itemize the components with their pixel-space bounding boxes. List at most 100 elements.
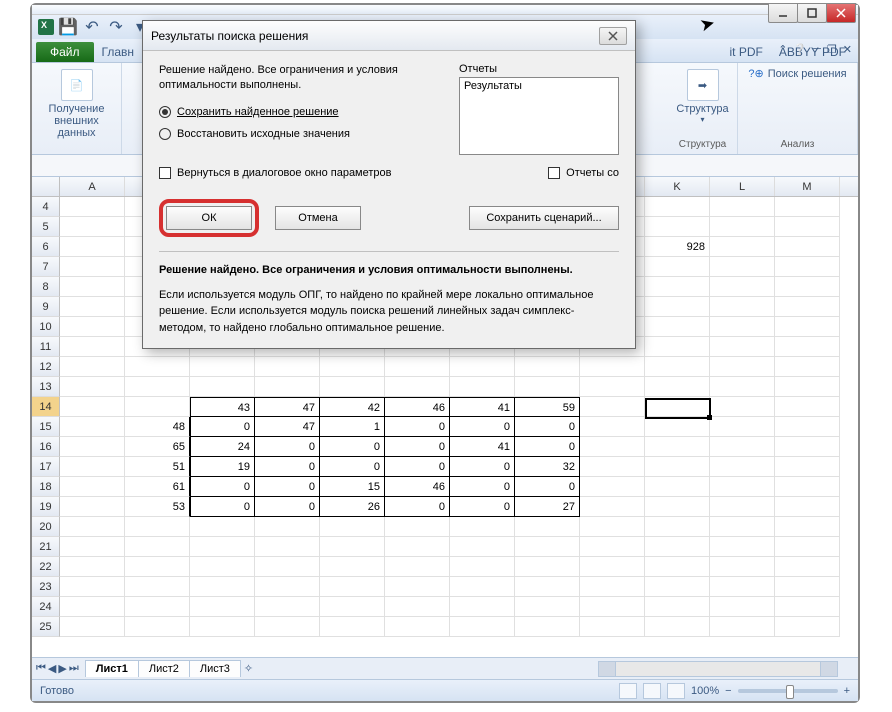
- cell[interactable]: [775, 537, 840, 557]
- cell[interactable]: 0: [450, 417, 515, 437]
- sheet-nav-first-icon[interactable]: ⏮: [36, 662, 46, 675]
- cell[interactable]: [60, 237, 125, 257]
- row-header[interactable]: 25: [32, 617, 60, 637]
- cell[interactable]: [775, 617, 840, 637]
- cell[interactable]: 928: [645, 237, 710, 257]
- cell[interactable]: [645, 457, 710, 477]
- view-normal-icon[interactable]: [619, 683, 637, 699]
- cell[interactable]: 0: [385, 437, 450, 457]
- cell[interactable]: [775, 457, 840, 477]
- cell[interactable]: [515, 617, 580, 637]
- cell[interactable]: [320, 377, 385, 397]
- ribbon-minimize-icon[interactable]: ⌃: [778, 43, 787, 56]
- sheet-tab-1[interactable]: Лист1: [85, 660, 139, 677]
- get-external-data-button[interactable]: 📄 Получение внешних данных: [40, 67, 113, 141]
- cell[interactable]: [775, 597, 840, 617]
- cell[interactable]: 0: [190, 497, 255, 517]
- cell[interactable]: 0: [515, 417, 580, 437]
- cell[interactable]: [320, 517, 385, 537]
- cell[interactable]: [775, 437, 840, 457]
- cell[interactable]: [580, 537, 645, 557]
- cell[interactable]: 46: [385, 397, 450, 417]
- cell[interactable]: [775, 237, 840, 257]
- cell[interactable]: [125, 537, 190, 557]
- cell[interactable]: [645, 397, 710, 417]
- cell[interactable]: [775, 217, 840, 237]
- cell[interactable]: [580, 497, 645, 517]
- cell[interactable]: [60, 497, 125, 517]
- cell[interactable]: [710, 577, 775, 597]
- home-tab[interactable]: Главн: [94, 42, 143, 62]
- cell[interactable]: [255, 357, 320, 377]
- cell[interactable]: [710, 537, 775, 557]
- cell[interactable]: [775, 397, 840, 417]
- cell[interactable]: [710, 337, 775, 357]
- radio-restore-values[interactable]: Восстановить исходные значения: [159, 128, 439, 140]
- cell[interactable]: [515, 377, 580, 397]
- cell[interactable]: [645, 277, 710, 297]
- sheet-nav-prev-icon[interactable]: ◀: [48, 662, 56, 675]
- cell[interactable]: [60, 417, 125, 437]
- row-header[interactable]: 13: [32, 377, 60, 397]
- cell[interactable]: [385, 517, 450, 537]
- cell[interactable]: [60, 257, 125, 277]
- mdi-close-icon[interactable]: ✕: [843, 43, 852, 56]
- cell[interactable]: [710, 217, 775, 237]
- cell[interactable]: [580, 557, 645, 577]
- row-header[interactable]: 5: [32, 217, 60, 237]
- cell[interactable]: [645, 577, 710, 597]
- row-header[interactable]: 15: [32, 417, 60, 437]
- cell[interactable]: [450, 557, 515, 577]
- ok-button[interactable]: ОК: [166, 206, 252, 230]
- row-header[interactable]: 11: [32, 337, 60, 357]
- cell[interactable]: [645, 357, 710, 377]
- cell[interactable]: [645, 537, 710, 557]
- cell[interactable]: 0: [385, 457, 450, 477]
- cell[interactable]: [710, 357, 775, 377]
- cell[interactable]: 0: [385, 497, 450, 517]
- cell[interactable]: [710, 417, 775, 437]
- cell[interactable]: [580, 357, 645, 377]
- cell[interactable]: [775, 477, 840, 497]
- cell[interactable]: 27: [515, 497, 580, 517]
- cell[interactable]: [580, 617, 645, 637]
- row-header[interactable]: 17: [32, 457, 60, 477]
- cell[interactable]: [450, 517, 515, 537]
- cell[interactable]: [255, 517, 320, 537]
- row-header[interactable]: 23: [32, 577, 60, 597]
- row-header[interactable]: 22: [32, 557, 60, 577]
- cell[interactable]: 51: [125, 457, 190, 477]
- reports-item[interactable]: Результаты: [464, 80, 614, 92]
- mdi-restore-icon[interactable]: ❐: [827, 43, 837, 56]
- file-tab[interactable]: Файл: [36, 42, 94, 62]
- row-header[interactable]: 9: [32, 297, 60, 317]
- cell[interactable]: [710, 617, 775, 637]
- cell[interactable]: [60, 597, 125, 617]
- cell[interactable]: 0: [385, 417, 450, 437]
- cell[interactable]: [190, 357, 255, 377]
- cell[interactable]: [580, 397, 645, 417]
- cell[interactable]: 0: [320, 437, 385, 457]
- cell[interactable]: [190, 537, 255, 557]
- cell[interactable]: [645, 557, 710, 577]
- qat-save-icon[interactable]: 💾: [58, 17, 78, 37]
- cell[interactable]: [645, 477, 710, 497]
- cell[interactable]: [710, 517, 775, 537]
- cell[interactable]: [60, 277, 125, 297]
- cell[interactable]: [190, 577, 255, 597]
- cell[interactable]: 1: [320, 417, 385, 437]
- cell[interactable]: [515, 537, 580, 557]
- cell[interactable]: [255, 577, 320, 597]
- cell[interactable]: [580, 417, 645, 437]
- row-header[interactable]: 24: [32, 597, 60, 617]
- cell[interactable]: 41: [450, 397, 515, 417]
- cell[interactable]: 0: [190, 417, 255, 437]
- qat-redo-icon[interactable]: ↷: [106, 17, 126, 37]
- cell[interactable]: [775, 297, 840, 317]
- cell[interactable]: [450, 537, 515, 557]
- solver-button[interactable]: ?⊕ Поиск решения: [748, 67, 846, 80]
- cell[interactable]: [255, 597, 320, 617]
- pdf-tab-1[interactable]: it PDF: [722, 42, 771, 62]
- cell[interactable]: 0: [255, 497, 320, 517]
- cell[interactable]: 53: [125, 497, 190, 517]
